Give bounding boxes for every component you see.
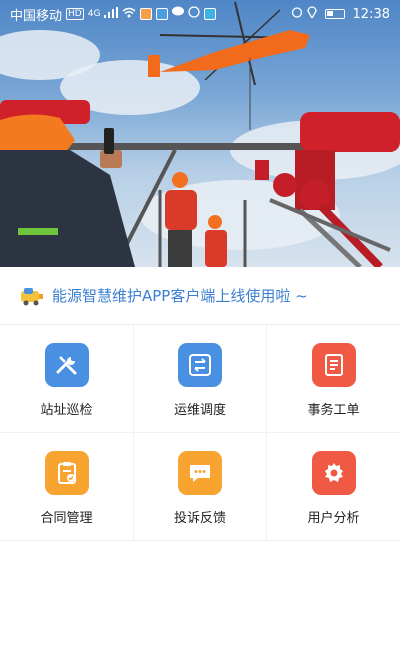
menu-label: 站址巡检 — [40, 403, 93, 418]
menu-label: 投诉反馈 — [173, 511, 226, 526]
document-icon — [324, 354, 343, 376]
menu-label: 用户分析 — [307, 511, 360, 526]
notification-app-icon — [204, 8, 217, 20]
megaphone-truck-icon — [21, 287, 43, 305]
menu-item-contract[interactable]: 合同管理 — [0, 433, 134, 541]
tile-feedback — [178, 451, 222, 495]
worker-center — [165, 172, 197, 267]
chat-bubble-icon — [190, 465, 210, 482]
worker-foreground — [0, 114, 135, 267]
tile-dispatch — [178, 343, 222, 387]
menu-label: 合同管理 — [40, 511, 93, 526]
notification-app-icon — [156, 8, 169, 20]
menu-label: 事务工单 — [307, 403, 360, 418]
announcement-text: 能源智慧维护APP客户端上线使用啦 ~ — [52, 287, 308, 305]
alarm-icon — [291, 6, 303, 22]
clipboard-check-icon — [57, 462, 76, 484]
battery-icon — [324, 9, 345, 19]
menu-item-feedback[interactable]: 投诉反馈 — [134, 433, 267, 541]
tile-site-inspection — [44, 343, 89, 387]
hero-illustration — [0, 1, 400, 267]
announcement-bar[interactable]: 能源智慧维护APP客户端上线使用啦 ~ — [0, 267, 400, 325]
message-icon — [172, 6, 185, 22]
signal-bars-icon — [104, 6, 119, 22]
swap-icon — [189, 354, 211, 376]
worker-right — [205, 215, 227, 267]
carrier-label: 中国移动 — [10, 8, 63, 24]
tile-user-analysis — [311, 451, 356, 495]
menu-label: 运维调度 — [173, 403, 226, 418]
location-icon — [306, 6, 317, 22]
gear-icon — [324, 463, 343, 482]
notification-app-icon — [140, 8, 153, 20]
status-bar: 中国移动 HD 4G 12:38 — [0, 0, 400, 28]
tile-contract — [44, 451, 89, 495]
clock-app-icon — [188, 6, 201, 22]
menu-item-user-analysis[interactable]: 用户分析 — [267, 433, 400, 541]
feature-grid: 站址巡检 运维调度 事务工单 合同管理 投诉反馈 用户分析 — [0, 325, 400, 541]
clock-time: 12:38 — [352, 6, 390, 22]
hd-badge: HD — [66, 8, 84, 20]
wifi-icon — [122, 7, 136, 22]
signal-icon: 4G — [87, 9, 101, 19]
menu-item-work-order[interactable]: 事务工单 — [267, 325, 400, 433]
tools-icon — [56, 356, 76, 375]
tile-work-order — [311, 343, 356, 387]
hero-banner[interactable]: 中国移动 HD 4G 12:38 — [0, 0, 400, 267]
menu-item-site-inspection[interactable]: 站址巡检 — [0, 325, 134, 433]
menu-item-dispatch[interactable]: 运维调度 — [134, 325, 267, 433]
